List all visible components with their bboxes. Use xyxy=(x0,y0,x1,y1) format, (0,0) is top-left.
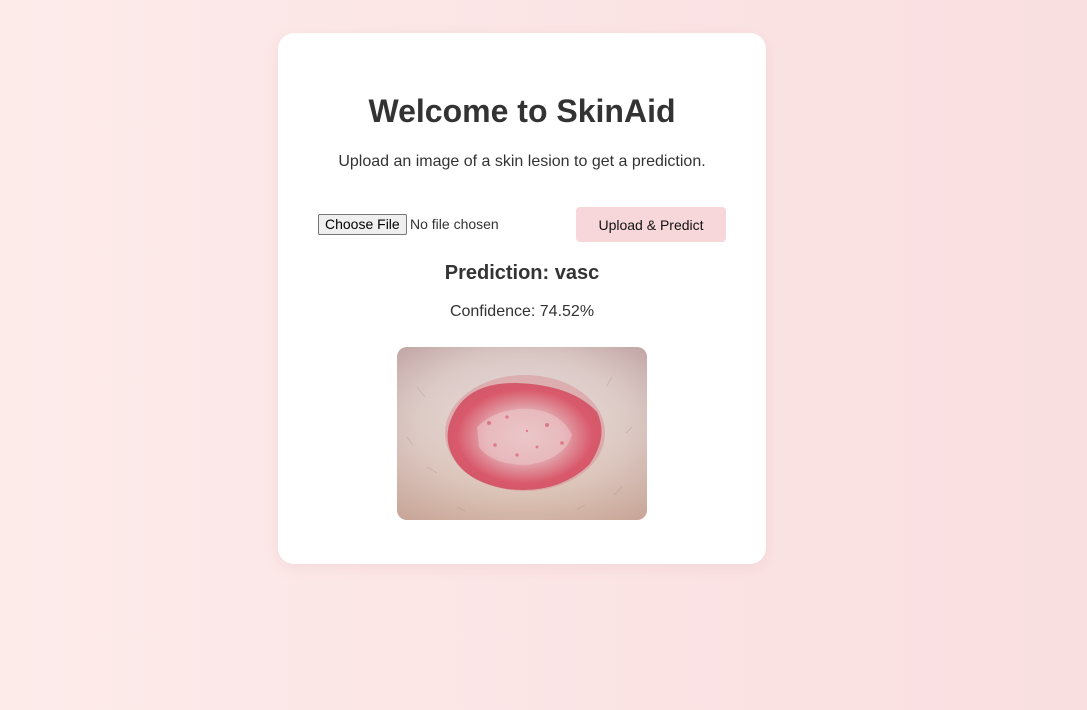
main-card: Welcome to SkinAid Upload an image of a … xyxy=(278,33,766,564)
file-status-text: No file chosen xyxy=(410,216,499,232)
prediction-result: Prediction: vasc xyxy=(444,262,600,284)
skin-lesion-photo xyxy=(397,347,647,520)
upload-form: Choose File No file chosen Upload & Pred… xyxy=(318,207,726,242)
page-subtitle: Upload an image of a skin lesion to get … xyxy=(338,153,706,170)
choose-file-button[interactable]: Choose File xyxy=(318,214,407,235)
uploaded-lesion-image xyxy=(397,347,647,520)
upload-predict-button[interactable]: Upload & Predict xyxy=(576,207,726,242)
confidence-value: Confidence: 74.52% xyxy=(449,303,595,320)
page-title: Welcome to SkinAid xyxy=(368,93,676,129)
